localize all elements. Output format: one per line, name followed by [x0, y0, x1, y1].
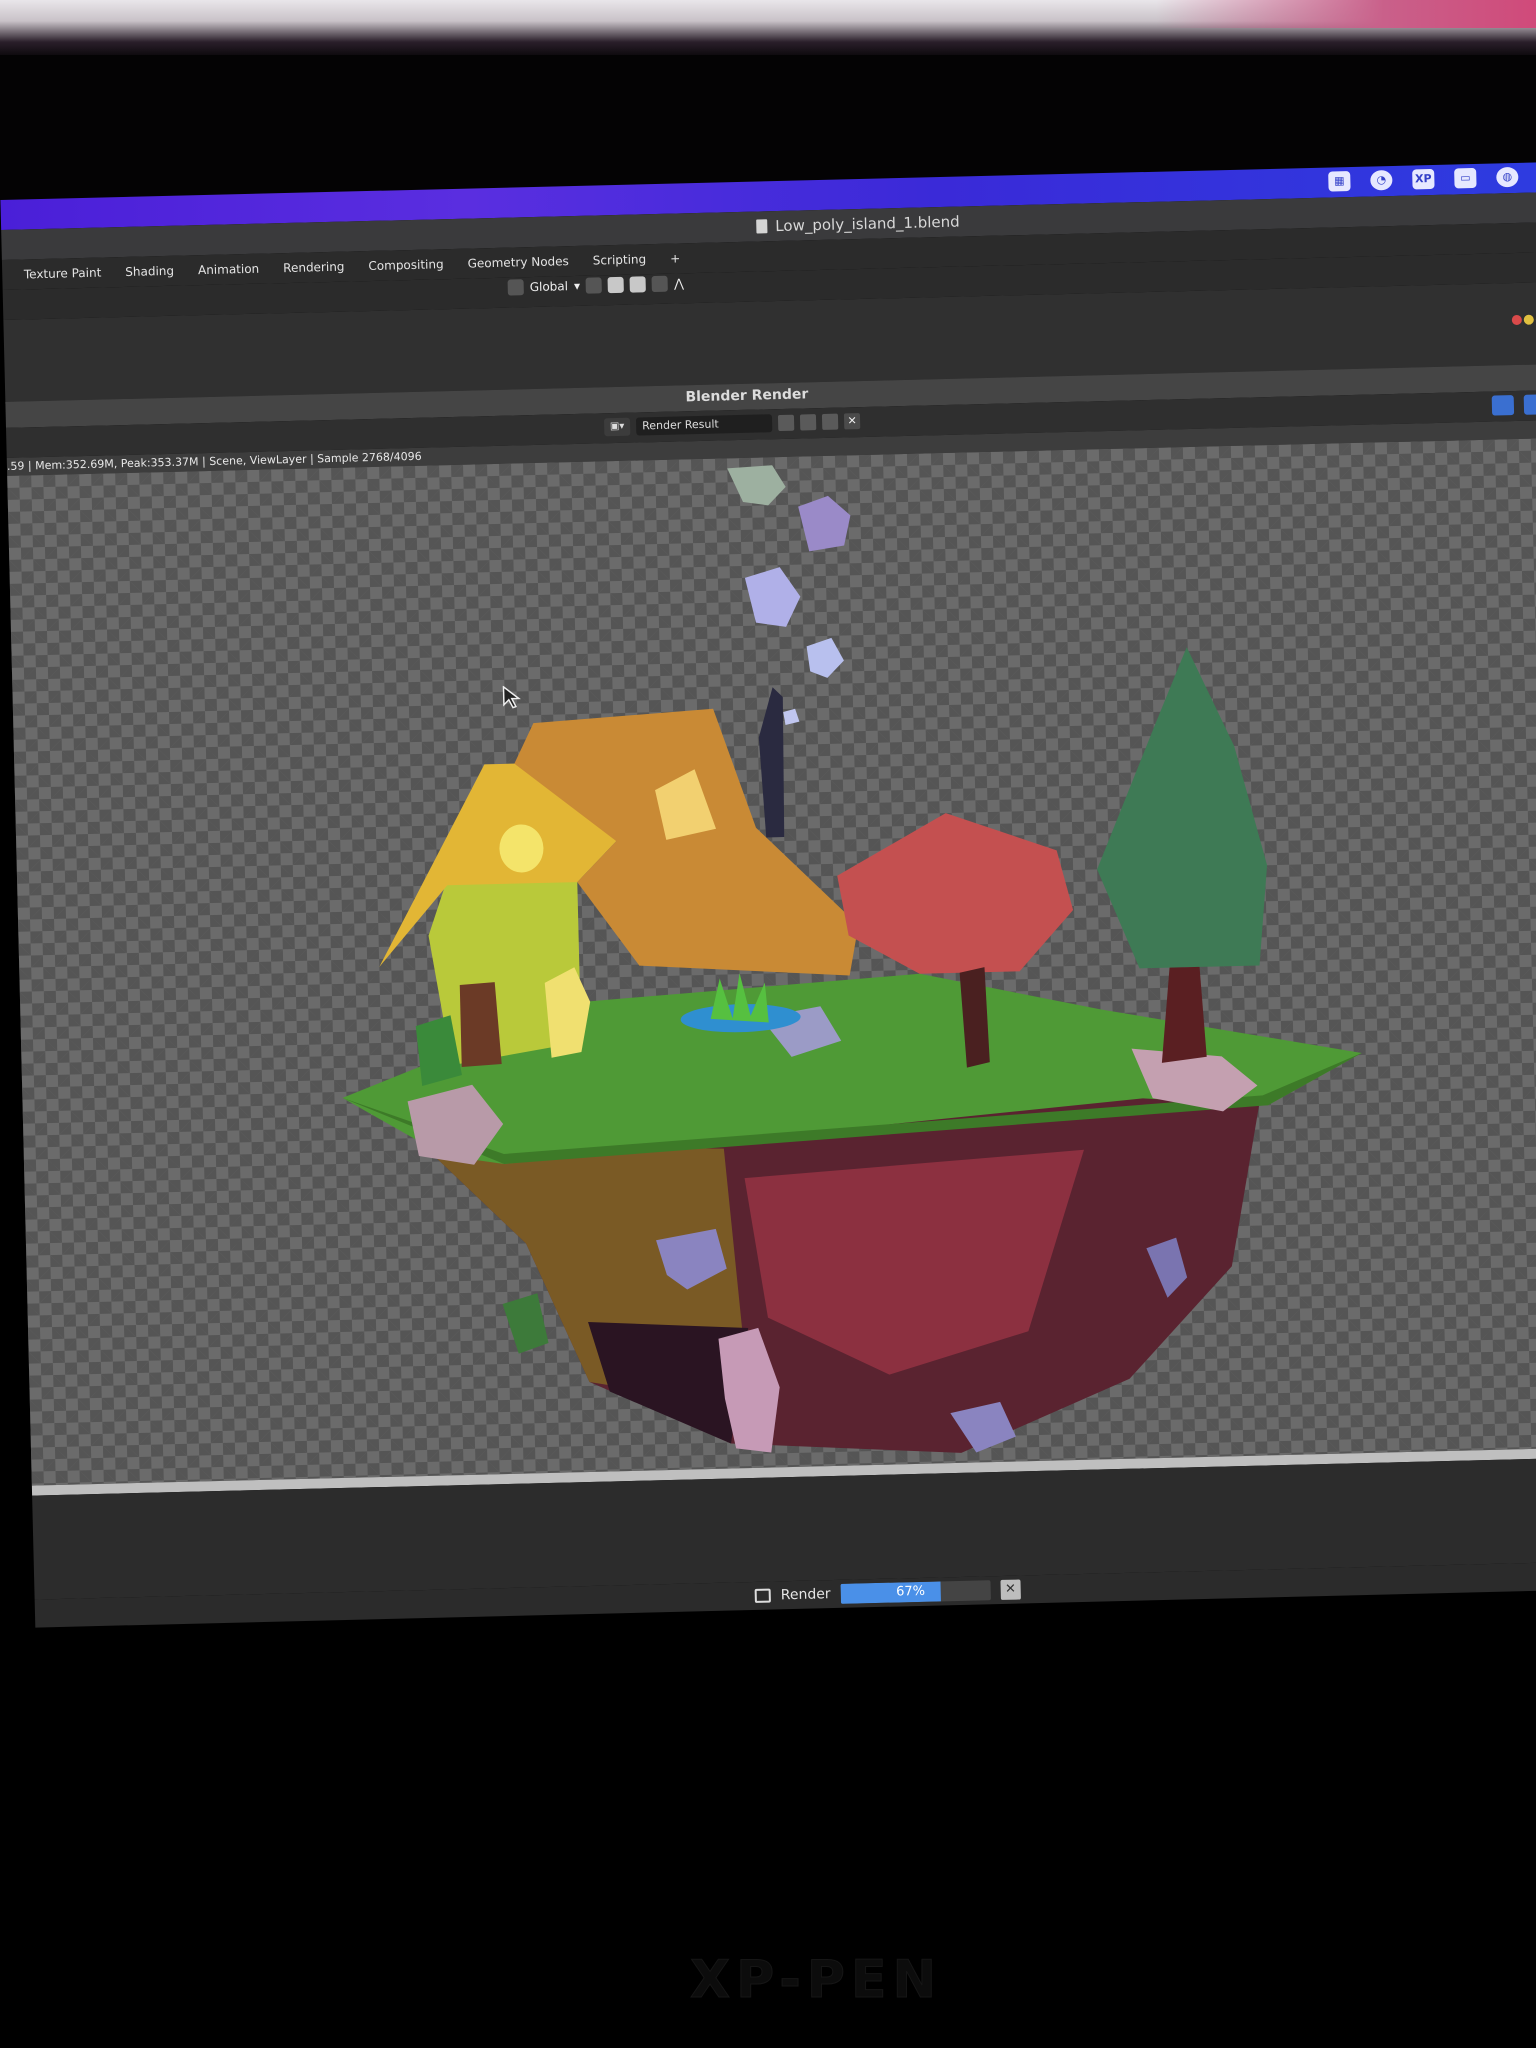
- orientation-dropdown[interactable]: Global: [530, 279, 569, 294]
- render-progress-bar: 67%: [840, 1580, 991, 1604]
- yellow-dot-icon: [1523, 314, 1534, 325]
- chimney: [758, 687, 785, 838]
- tab-rendering[interactable]: Rendering: [283, 260, 345, 275]
- screen: ▦ ◔ XP ▭ ◍ ◐ Low_poly_island_1.blend g T…: [0, 144, 1536, 1881]
- system-tray: ▦ ◔ XP ▭ ◍ ◐: [1328, 166, 1536, 192]
- display-icon[interactable]: ▭: [1454, 167, 1477, 189]
- window-title: Low_poly_island_1.blend: [756, 213, 960, 236]
- bush: [502, 1293, 549, 1354]
- duplicate-icon[interactable]: [799, 414, 817, 431]
- round-tree-canopy: [837, 813, 1074, 974]
- xp-pen-logo: XP-PEN: [689, 1950, 943, 2011]
- tab-scripting[interactable]: Scripting: [593, 252, 647, 267]
- mouse-cursor-icon: [502, 685, 521, 709]
- clock-icon[interactable]: ◔: [1370, 169, 1393, 191]
- folder-icon[interactable]: [821, 413, 839, 430]
- tab-compositing[interactable]: Compositing: [368, 257, 444, 273]
- monitor-top-edge: [0, 0, 1536, 60]
- tab-shading[interactable]: Shading: [125, 264, 174, 279]
- unlink-icon[interactable]: ✕: [843, 413, 861, 430]
- image-browse-icon[interactable]: ▣▾: [603, 417, 631, 437]
- tab-texture-paint[interactable]: Texture Paint: [24, 266, 102, 282]
- pine-tree: [1097, 647, 1268, 969]
- snap-icon[interactable]: [607, 276, 625, 294]
- blend-file-icon: [756, 219, 768, 234]
- background-glow: [1156, 0, 1536, 28]
- overlay-toggle-icon[interactable]: [1523, 394, 1536, 415]
- grass-tuft: [710, 973, 769, 1023]
- control-center-icon[interactable]: ▦: [1328, 171, 1351, 192]
- tab-geometry-nodes[interactable]: Geometry Nodes: [467, 254, 569, 270]
- add-workspace-button[interactable]: +: [670, 251, 680, 265]
- language-icon[interactable]: ◍: [1496, 166, 1519, 188]
- pine-trunk: [1161, 966, 1207, 1063]
- render-result-field[interactable]: Render Result: [635, 414, 773, 436]
- render-job-icon: [754, 1588, 771, 1603]
- falloff-icon[interactable]: ⋀: [674, 276, 684, 290]
- render-job-label: Render: [780, 1586, 831, 1604]
- render-window-title: Blender Render: [685, 386, 809, 406]
- gizmo-toggle-icon[interactable]: [1491, 395, 1515, 416]
- smoke-stone: [783, 708, 800, 725]
- tab-animation[interactable]: Animation: [198, 262, 260, 277]
- smoke-stone: [798, 495, 851, 552]
- cancel-render-button[interactable]: ✕: [1000, 1579, 1021, 1600]
- snap-target-icon[interactable]: [629, 276, 647, 293]
- smoke-stone: [806, 637, 844, 678]
- chevron-down-icon[interactable]: ▾: [574, 279, 580, 293]
- xp-pen-tray-icon[interactable]: XP: [1412, 168, 1435, 190]
- render-image: [342, 465, 1362, 1453]
- house-door: [459, 982, 502, 1067]
- render-result-viewer[interactable]: [7, 437, 1536, 1486]
- red-dot-icon: [1511, 314, 1522, 326]
- render-progress-text: 67%: [895, 1583, 926, 1600]
- window-title-text: Low_poly_island_1.blend: [775, 212, 960, 236]
- transform-orientation-icon[interactable]: [507, 279, 524, 296]
- smoke-stone: [727, 465, 786, 506]
- fake-user-shield-icon[interactable]: [777, 414, 795, 432]
- smoke-stone: [744, 567, 801, 627]
- pivot-point-icon[interactable]: [585, 277, 603, 294]
- proportional-edit-icon[interactable]: [651, 275, 669, 293]
